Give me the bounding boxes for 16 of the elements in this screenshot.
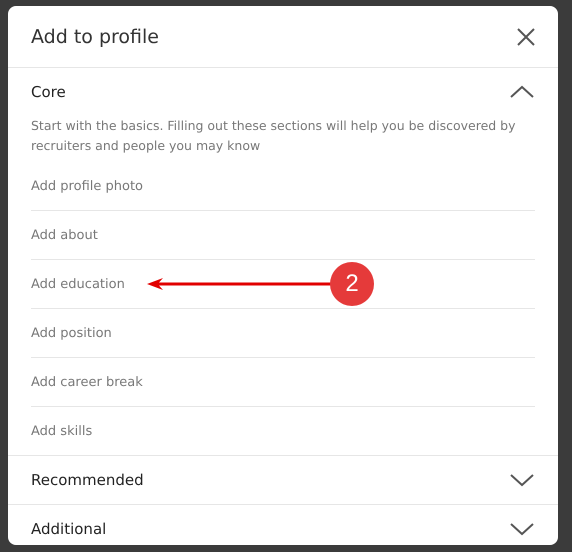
step-number-badge: 2 [330,262,374,306]
chevron-icon[interactable] [510,473,534,487]
section-title: Core [31,83,66,101]
section-title: Recommended [31,471,144,489]
menu-item[interactable]: Add profile photo [31,178,143,194]
menu-item[interactable]: Add about [31,228,98,242]
menu-item[interactable]: Add position [31,326,112,340]
close-icon[interactable] [516,26,536,46]
menu-item[interactable]: Add education [31,276,125,292]
chevron-icon[interactable] [510,85,534,99]
section-title: Additional [31,520,106,538]
chevron-icon[interactable] [510,522,534,536]
dialog-title: Add to profile [31,26,159,48]
menu-item[interactable]: Add skills [31,424,92,438]
section-description: Start with the basics. Filling out these sections will help you be discovered by recruiters and people you may know [31,117,517,155]
menu-item[interactable]: Add career break [31,374,143,390]
